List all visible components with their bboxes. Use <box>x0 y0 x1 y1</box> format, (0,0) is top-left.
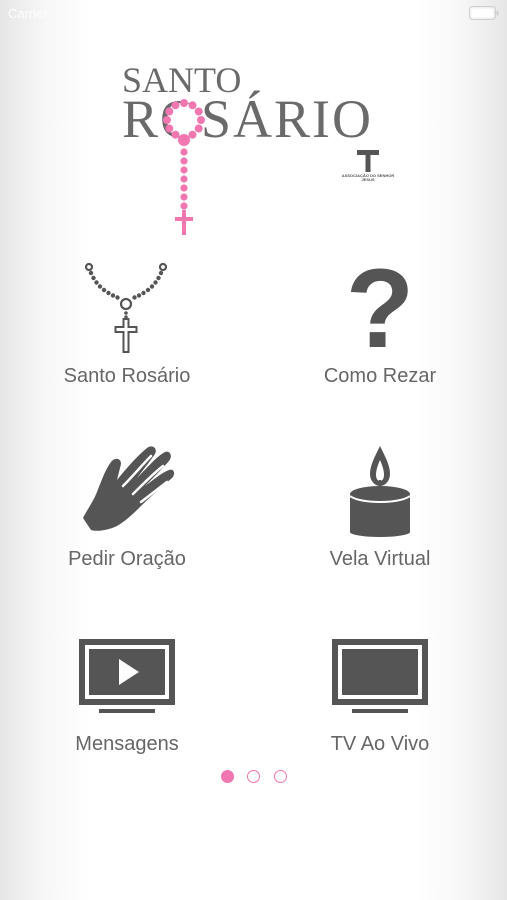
menu-item-label: TV Ao Vivo <box>330 733 430 755</box>
page-dot-2[interactable] <box>247 770 260 783</box>
association-logo: ASSOCIAÇÃO DO SENHOR JESUS <box>340 148 396 190</box>
carrier-label: Carrier <box>8 6 48 21</box>
menu-item-vela-virtual[interactable]: Vela Virtual <box>280 440 480 590</box>
menu-item-label: Santo Rosário <box>63 365 191 387</box>
page-dot-1[interactable] <box>221 770 234 783</box>
menu-item-label: Pedir Oração <box>68 548 186 570</box>
association-name: ASSOCIAÇÃO DO SENHOR JESUS <box>341 173 395 183</box>
rosary-icon <box>84 262 168 353</box>
menu-item-como-rezar[interactable]: ? Como Rezar <box>280 255 480 405</box>
tv-icon <box>332 639 428 713</box>
menu-item-label: Como Rezar <box>323 365 437 387</box>
question-mark-icon: ? <box>346 255 414 355</box>
menu-item-santo-rosario[interactable]: Santo Rosário <box>27 255 227 405</box>
svg-text:?: ? <box>346 255 414 355</box>
page-dot-3[interactable] <box>274 770 287 783</box>
menu-item-tv-ao-vivo[interactable]: TV Ao Vivo <box>280 625 480 775</box>
status-bar: Carrier <box>0 0 507 28</box>
menu-item-label: Mensagens <box>75 733 179 755</box>
battery-icon <box>469 6 499 20</box>
page-indicator[interactable] <box>219 768 291 786</box>
praying-hands-icon <box>83 446 175 531</box>
tau-cross-icon <box>357 150 379 172</box>
tv-play-icon <box>79 639 175 713</box>
candle-icon <box>349 446 411 537</box>
menu-item-pedir-oracao[interactable]: Pedir Oração <box>27 440 227 590</box>
menu-item-mensagens[interactable]: Mensagens <box>27 625 227 775</box>
menu-item-label: Vela Virtual <box>329 548 431 570</box>
app-logo: SANTO ROSÁRIO ASSOCIAÇÃO DO SENHOR JESUS <box>118 58 398 238</box>
